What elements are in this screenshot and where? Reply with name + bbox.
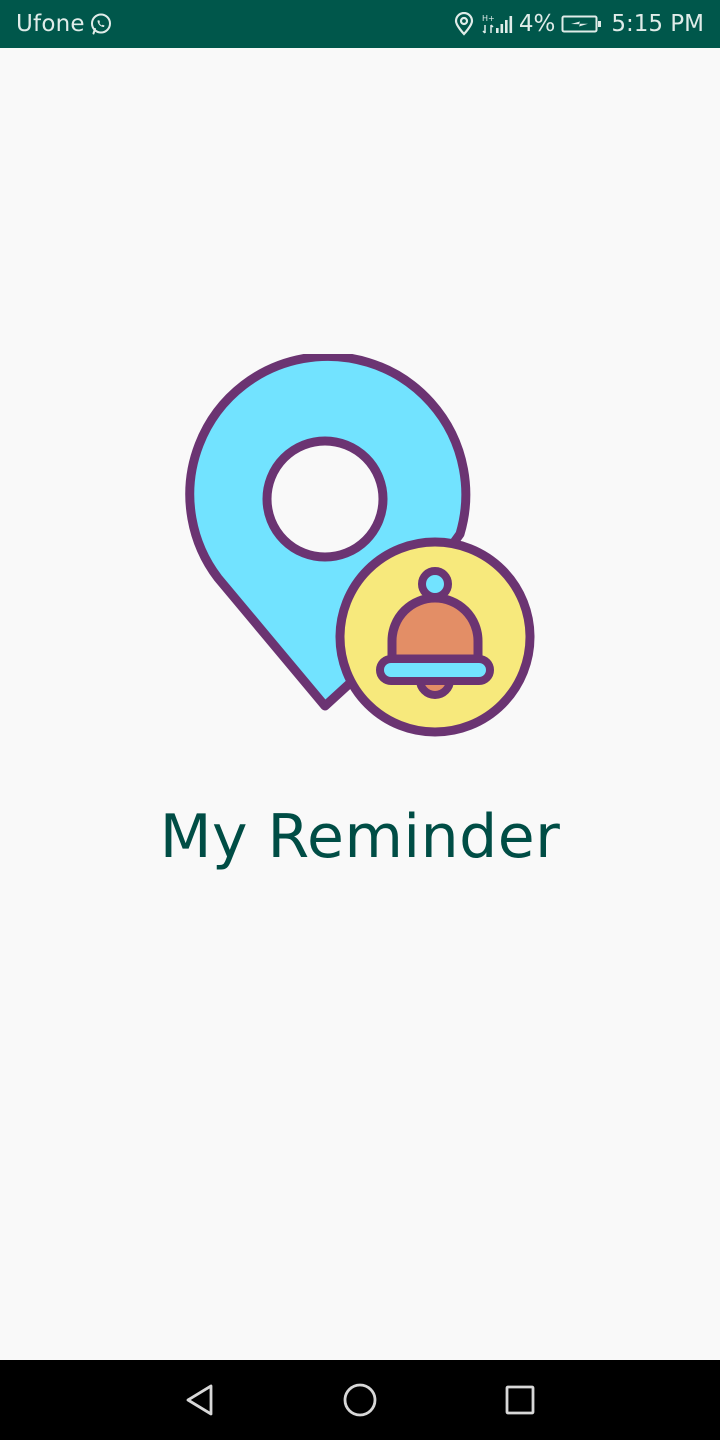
splash-screen: My Reminder (0, 48, 720, 1360)
battery-charging-icon (561, 12, 603, 36)
location-pin-bell-icon (180, 351, 540, 740)
clock: 5:15 PM (611, 11, 704, 37)
app-title: My Reminder (159, 802, 561, 872)
status-bar: Ufone H+ 4% 5:15 PM (0, 0, 720, 48)
status-left: Ufone (16, 0, 113, 48)
network-type-label: H+ (482, 14, 495, 23)
recents-icon[interactable] (496, 1376, 544, 1424)
home-icon[interactable] (336, 1376, 384, 1424)
navigation-bar (0, 1360, 720, 1440)
carrier-name: Ufone (16, 11, 85, 37)
network-type-icon: H+ (481, 12, 495, 36)
back-icon[interactable] (176, 1376, 224, 1424)
status-right: H+ 4% 5:15 PM (453, 0, 704, 48)
battery-percent: 4% (518, 11, 556, 37)
signal-icon (495, 12, 515, 36)
location-icon (453, 12, 475, 36)
whatsapp-icon (89, 12, 113, 36)
